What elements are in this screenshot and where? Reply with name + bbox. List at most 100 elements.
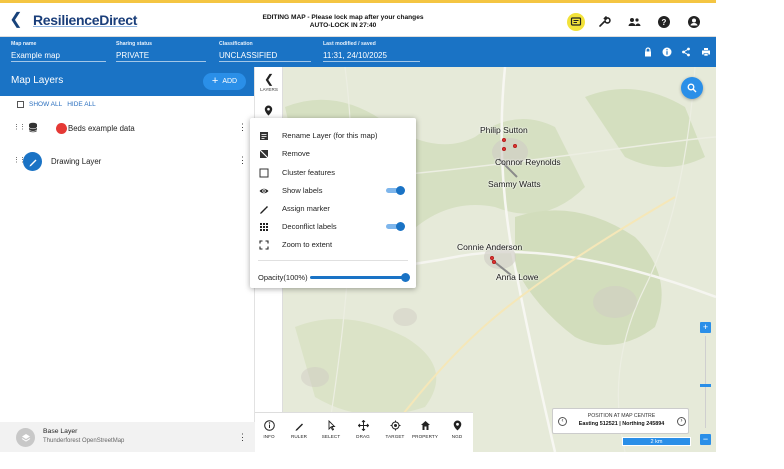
people-icon[interactable]: [625, 13, 643, 31]
tool-select[interactable]: SELECT: [316, 417, 346, 439]
menu-item-show-labels[interactable]: Show labels: [258, 183, 408, 198]
app-window: ❮ ResilienceDirect EDITING MAP - Please …: [0, 0, 716, 452]
cursor-icon: [328, 420, 336, 431]
drag-handle-icon[interactable]: ⋮⋮: [13, 157, 26, 165]
sharing-status-value[interactable]: PRIVATE: [116, 51, 206, 62]
map-search-button[interactable]: [681, 77, 703, 99]
map-marker[interactable]: [502, 147, 506, 151]
app-logo[interactable]: ResilienceDirect: [33, 12, 137, 28]
grid-dots-icon: [258, 221, 270, 233]
remove-icon: [258, 148, 270, 160]
auto-lock-countdown: AUTO-LOCK IN 27:40: [309, 22, 377, 29]
map-info-bar: Map name Example map Sharing status PRIV…: [0, 37, 716, 67]
pencil-icon: [23, 152, 42, 171]
sharing-status-field[interactable]: Sharing status PRIVATE: [116, 41, 206, 62]
map-label: Philip Sutton: [480, 125, 528, 135]
map-name-field[interactable]: Map name Example map: [11, 41, 106, 62]
location-pin-icon: [453, 420, 461, 431]
target-icon: [390, 420, 400, 431]
tool-ruler[interactable]: RULER: [284, 417, 314, 439]
layers-title: Map Layers: [11, 75, 64, 86]
hide-all-link[interactable]: HIDE ALL: [67, 101, 96, 108]
location-pin-icon[interactable]: [264, 105, 273, 116]
tool-property[interactable]: PROPERTY: [410, 417, 440, 439]
base-layer-menu-icon[interactable]: ⋮: [238, 432, 247, 442]
menu-item-remove[interactable]: Remove: [258, 146, 408, 161]
position-title: POSITION AT MAP CENTRE: [587, 413, 656, 419]
map-marker[interactable]: [513, 144, 517, 148]
back-arrow-icon[interactable]: ❮: [6, 10, 26, 30]
house-icon: [420, 421, 430, 430]
tool-info[interactable]: INFO: [254, 417, 284, 439]
search-icon: [687, 83, 697, 93]
account-icon[interactable]: [685, 13, 703, 31]
tool-drag[interactable]: DRAG: [348, 417, 378, 439]
checkbox-icon[interactable]: [258, 167, 270, 179]
wrench-icon[interactable]: [595, 13, 613, 31]
editing-banner: EDITING MAP - Please lock map after your…: [238, 14, 448, 30]
zoom-slider-track[interactable]: [705, 336, 706, 428]
select-all-checkbox[interactable]: [17, 101, 24, 108]
layer-row-drawing[interactable]: ⋮⋮ Drawing Layer ⋮: [0, 150, 255, 172]
zoom-out-button[interactable]: −: [700, 434, 711, 445]
menu-item-zoom-to-extent[interactable]: Zoom to extent: [258, 237, 408, 252]
show-labels-toggle[interactable]: [384, 186, 406, 195]
help-icon[interactable]: ?: [655, 13, 673, 31]
map-label: Sammy Watts: [488, 179, 541, 189]
tool-target[interactable]: TARGET: [380, 417, 410, 439]
menu-item-rename-layer[interactable]: Rename Layer (for this map): [258, 128, 408, 143]
map-name-value[interactable]: Example map: [11, 51, 106, 62]
layers-sidebar: Map Layers + ADD SHOW ALL HIDE ALL ⋮⋮ Be…: [0, 67, 255, 452]
zoom-slider-handle[interactable]: [700, 384, 711, 387]
collapse-panel-icon[interactable]: ❮: [264, 72, 274, 86]
last-modified-value: 11:31, 24/10/2025: [323, 51, 420, 62]
map-label: Anna Lowe: [496, 272, 539, 282]
drag-handle-icon[interactable]: ⋮⋮: [13, 124, 26, 132]
menu-item-deconflict-labels[interactable]: Deconflict labels: [258, 219, 408, 234]
share-icon[interactable]: [680, 46, 692, 58]
position-value: Easting 512521 | Northing 245894: [578, 421, 665, 427]
opacity-label: Opacity(100%): [258, 273, 308, 282]
move-icon: [357, 420, 369, 431]
layers-header: Map Layers + ADD: [0, 67, 254, 96]
info-icon[interactable]: [661, 46, 673, 58]
map-marker[interactable]: [492, 260, 496, 264]
map-label: Connie Anderson: [457, 242, 523, 252]
position-panel: ‹ POSITION AT MAP CENTRE Easting 512521 …: [552, 408, 689, 434]
last-modified-field: Last modified / saved 11:31, 24/10/2025: [323, 41, 420, 62]
marker-pen-icon: [258, 203, 270, 215]
eye-icon: [258, 185, 270, 197]
menu-item-assign-marker[interactable]: Assign marker: [258, 201, 408, 216]
base-layer-subtitle: Thunderforest OpenStreetMap: [43, 438, 125, 444]
layer-menu-icon[interactable]: ⋮: [238, 122, 247, 132]
position-prev-icon[interactable]: ‹: [558, 417, 567, 426]
show-all-link[interactable]: SHOW ALL: [29, 101, 62, 108]
base-layer-thumbnail: [16, 428, 35, 447]
print-icon[interactable]: [700, 46, 712, 58]
lock-icon[interactable]: [642, 46, 654, 58]
classification-field[interactable]: Classification UNCLASSIFIED: [219, 41, 311, 62]
add-layer-button[interactable]: + ADD: [203, 73, 246, 90]
layer-menu-icon[interactable]: ⋮: [238, 155, 247, 165]
database-icon: [28, 122, 38, 133]
ruler-pen-icon: [295, 423, 303, 431]
menu-divider: [258, 260, 408, 261]
tool-ngd[interactable]: NGD: [442, 417, 472, 439]
chat-icon[interactable]: [567, 13, 585, 31]
classification-value[interactable]: UNCLASSIFIED: [219, 51, 311, 62]
layer-name: Beds example data: [68, 124, 135, 133]
map-marker[interactable]: [502, 138, 506, 142]
opacity-slider-track[interactable]: [310, 276, 406, 279]
zoom-extent-icon: [258, 239, 270, 251]
visibility-controls: SHOW ALL HIDE ALL: [17, 101, 96, 108]
deconflict-labels-toggle[interactable]: [384, 222, 406, 231]
base-layer-title: Base Layer: [43, 428, 78, 435]
menu-item-cluster-features[interactable]: Cluster features: [258, 165, 408, 180]
position-next-icon[interactable]: ›: [677, 417, 686, 426]
opacity-slider-handle[interactable]: [401, 273, 410, 282]
base-layer-selector[interactable]: Base Layer Thunderforest OpenStreetMap ⋮: [0, 422, 255, 452]
layer-row-beds[interactable]: ⋮⋮ Beds example data ⋮: [0, 117, 255, 139]
layer-color-swatch[interactable]: [56, 123, 67, 134]
svg-text:?: ?: [662, 18, 667, 27]
zoom-in-button[interactable]: +: [700, 322, 711, 333]
